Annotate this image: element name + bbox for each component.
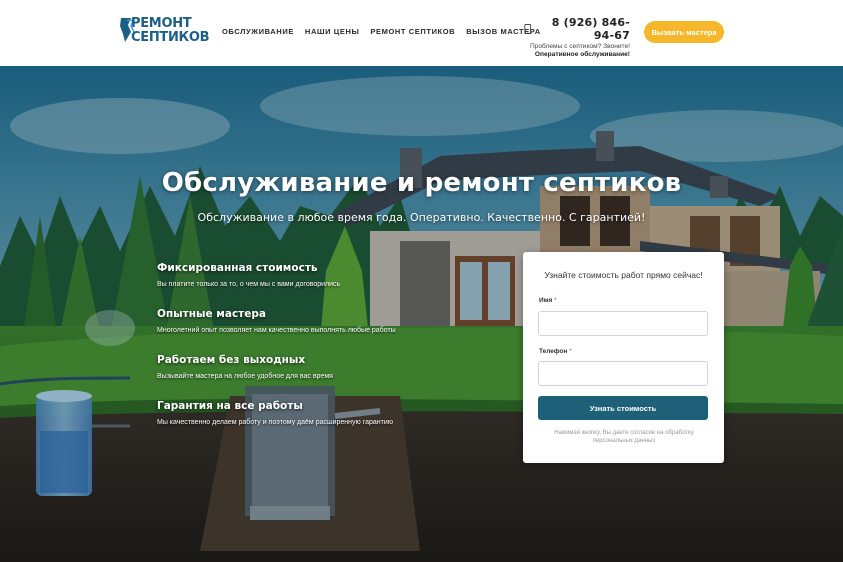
contact-block: 8 (926) 846-94-67 Проблемы с септиком? З…: [524, 16, 630, 59]
name-label: Имя *: [539, 297, 557, 304]
feature-title: Гарантия на все работы: [157, 400, 303, 412]
site-header: РЕМОНТ СЕПТИКОВ ОБСЛУЖИВАНИЕ НАШИ ЦЕНЫ Р…: [0, 0, 843, 66]
logo-line1: РЕМОНТ: [131, 16, 192, 31]
feature-title: Работаем без выходных: [157, 354, 306, 366]
feature-item: Опытные мастера Многолетний опыт позволя…: [157, 308, 487, 335]
hero-title: Обслуживание и ремонт септиков: [161, 168, 682, 198]
feature-title: Фиксированная стоимость: [157, 262, 318, 274]
feature-item: Фиксированная стоимость Вы платите тольк…: [157, 262, 487, 289]
features-list: Фиксированная стоимость Вы платите тольк…: [157, 262, 487, 446]
feature-title: Опытные мастера: [157, 308, 266, 320]
nav-item-repair[interactable]: РЕМОНТ СЕПТИКОВ: [370, 27, 455, 36]
feature-text: Вы платите только за то, о чем мы с вами…: [157, 281, 341, 288]
phone-label-text: Телефон: [539, 348, 568, 355]
feature-text: Вызывайте мастера на любое удобное для в…: [157, 373, 333, 380]
feature-text: Многолетний опыт позволяет нам качествен…: [157, 327, 396, 334]
phone-field[interactable]: [538, 361, 708, 386]
hero-section: Обслуживание и ремонт септиков Обслужива…: [0, 66, 843, 562]
phone-icon: [524, 23, 532, 35]
phone-number[interactable]: 8 (926) 846-94-67: [535, 16, 630, 42]
required-mark: *: [554, 297, 557, 304]
hero-subtitle: Обслуживание в любое время года. Операти…: [197, 211, 646, 224]
get-price-button[interactable]: Узнать стоимость: [538, 396, 708, 420]
contact-note: Проблемы с септиком? Звоните!: [529, 43, 630, 50]
phone-label: Телефон *: [539, 348, 572, 355]
contact-note-bold: Оперативное обслуживание!: [534, 51, 630, 58]
feature-text: Мы качественно делаем работу и поэтому д…: [157, 419, 394, 426]
nav-item-prices[interactable]: НАШИ ЦЕНЫ: [305, 27, 359, 36]
name-field[interactable]: [538, 311, 708, 336]
required-mark: *: [569, 348, 572, 355]
logo-line2: СЕПТИКОВ: [131, 30, 210, 45]
main-nav: ОБСЛУЖИВАНИЕ НАШИ ЦЕНЫ РЕМОНТ СЕПТИКОВ В…: [222, 27, 552, 36]
quote-form: Узнайте стоимость работ прямо сейчас! Им…: [523, 252, 724, 463]
logo[interactable]: РЕМОНТ СЕПТИКОВ: [119, 16, 210, 48]
feature-item: Гарантия на все работы Мы качественно де…: [157, 400, 487, 427]
form-heading: Узнайте стоимость работ прямо сейчас!: [544, 270, 703, 280]
name-label-text: Имя: [539, 297, 553, 304]
consent-text: Нажимая кнопку, Вы даете согласие на обр…: [554, 430, 694, 444]
feature-item: Работаем без выходных Вызывайте мастера …: [157, 354, 487, 381]
call-master-button[interactable]: Вызвать мастера: [644, 21, 724, 43]
nav-item-service[interactable]: ОБСЛУЖИВАНИЕ: [222, 27, 294, 36]
